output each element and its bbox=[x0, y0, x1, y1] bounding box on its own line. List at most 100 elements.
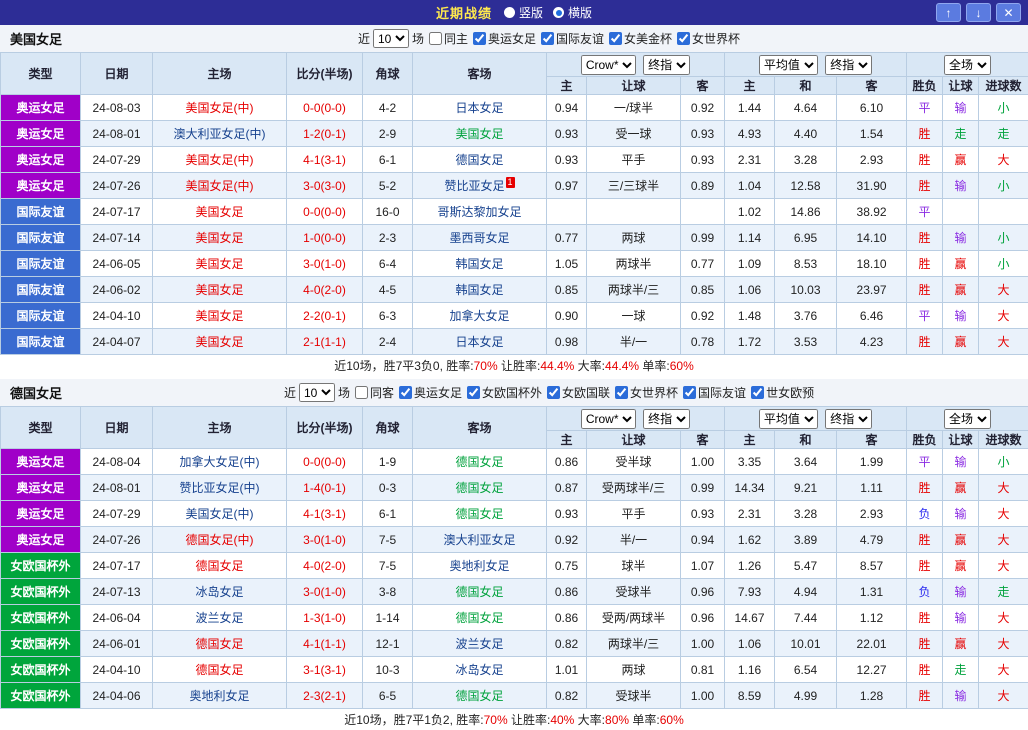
filter-same-side[interactable]: 同主 bbox=[429, 30, 468, 47]
close-button[interactable]: ✕ bbox=[996, 3, 1021, 22]
filter-competition-checkbox[interactable] bbox=[677, 32, 690, 45]
average-select[interactable]: 平均值 bbox=[759, 55, 818, 75]
layout-radio[interactable]: 竖版 bbox=[504, 4, 543, 21]
home-team[interactable]: 美国女足(中) bbox=[153, 173, 287, 199]
filter-competition[interactable]: 女世界杯 bbox=[615, 384, 678, 401]
away-team[interactable]: 日本女足 bbox=[413, 329, 547, 355]
home-team[interactable]: 冰岛女足 bbox=[153, 579, 287, 605]
table-row: 奥运女足24-08-04加拿大女足(中)0-0(0-0)1-9德国女足0.86受… bbox=[1, 449, 1028, 475]
filter-competition-checkbox[interactable] bbox=[751, 386, 764, 399]
score: 0-0(0-0) bbox=[287, 199, 363, 225]
away-team[interactable]: 德国女足 bbox=[413, 605, 547, 631]
home-odds: 0.77 bbox=[547, 225, 587, 251]
filter-competition[interactable]: 世女欧预 bbox=[751, 384, 814, 401]
filter-competition[interactable]: 奥运女足 bbox=[473, 30, 536, 47]
result-goals: 大 bbox=[979, 553, 1028, 579]
avg-controls: 平均值 终指 bbox=[725, 407, 907, 431]
handicap-line: 受球半 bbox=[587, 683, 681, 709]
home-team[interactable]: 美国女足 bbox=[153, 329, 287, 355]
result-wdl: 胜 bbox=[907, 631, 943, 657]
scroll-up-button[interactable]: ↑ bbox=[936, 3, 961, 22]
table-row: 国际友谊24-04-07美国女足2-1(1-1)2-4日本女足0.98半/一0.… bbox=[1, 329, 1028, 355]
home-team[interactable]: 德国女足 bbox=[153, 631, 287, 657]
away-team[interactable]: 加拿大女足 bbox=[413, 303, 547, 329]
away-team[interactable]: 德国女足 bbox=[413, 579, 547, 605]
filter-competition-checkbox[interactable] bbox=[547, 386, 560, 399]
filter-competition[interactable]: 女美金杯 bbox=[609, 30, 672, 47]
home-team[interactable]: 加拿大女足(中) bbox=[153, 449, 287, 475]
home-team[interactable]: 美国女足 bbox=[153, 277, 287, 303]
filter-competition-checkbox[interactable] bbox=[541, 32, 554, 45]
filter-same-side-checkbox[interactable] bbox=[429, 32, 442, 45]
away-team[interactable]: 德国女足 bbox=[413, 475, 547, 501]
home-team[interactable]: 美国女足 bbox=[153, 199, 287, 225]
home-team[interactable]: 奥地利女足 bbox=[153, 683, 287, 709]
match-count-select[interactable]: 10 bbox=[373, 29, 409, 48]
home-team[interactable]: 波兰女足 bbox=[153, 605, 287, 631]
home-team[interactable]: 美国女足(中) bbox=[153, 147, 287, 173]
filter-competition-checkbox[interactable] bbox=[615, 386, 628, 399]
results-table: 类型 日期 主场 比分(半场) 角球 客场 Crow* 终指 平均值 终指 全场 bbox=[0, 406, 1028, 709]
home-team[interactable]: 德国女足 bbox=[153, 657, 287, 683]
filter-same-side-checkbox[interactable] bbox=[355, 386, 368, 399]
home-team[interactable]: 赞比亚女足(中) bbox=[153, 475, 287, 501]
filter-competition-checkbox[interactable] bbox=[683, 386, 696, 399]
away-team[interactable]: 德国女足 bbox=[413, 683, 547, 709]
away-team[interactable]: 澳大利亚女足 bbox=[413, 527, 547, 553]
fulltime-select[interactable]: 全场 bbox=[944, 55, 991, 75]
filter-competition[interactable]: 女世界杯 bbox=[677, 30, 740, 47]
score: 4-1(3-1) bbox=[287, 147, 363, 173]
filter-competition[interactable]: 女欧国杯外 bbox=[467, 384, 542, 401]
bookmaker-select[interactable]: Crow* bbox=[581, 409, 636, 429]
match-date: 24-07-17 bbox=[81, 199, 153, 225]
result-goals: 小 bbox=[979, 173, 1028, 199]
layout-radio[interactable]: 横版 bbox=[553, 4, 592, 21]
scroll-down-button[interactable]: ↓ bbox=[966, 3, 991, 22]
odds-stage-select[interactable]: 终指 bbox=[643, 55, 690, 75]
bookmaker-select[interactable]: Crow* bbox=[581, 55, 636, 75]
away-team[interactable]: 日本女足 bbox=[413, 95, 547, 121]
avg-away-odds: 22.01 bbox=[837, 631, 907, 657]
average-select[interactable]: 平均值 bbox=[759, 409, 818, 429]
home-team[interactable]: 美国女足 bbox=[153, 303, 287, 329]
handicap-line: 两球半/三 bbox=[587, 277, 681, 303]
avg-stage-select[interactable]: 终指 bbox=[825, 409, 872, 429]
competition-tag: 国际友谊 bbox=[1, 303, 81, 329]
home-team[interactable]: 美国女足 bbox=[153, 251, 287, 277]
result-goals: 大 bbox=[979, 501, 1028, 527]
match-date: 24-07-26 bbox=[81, 173, 153, 199]
away-team[interactable]: 德国女足 bbox=[413, 501, 547, 527]
filter-same-side[interactable]: 同客 bbox=[355, 384, 394, 401]
match-count-select[interactable]: 10 bbox=[299, 383, 335, 402]
filter-competition[interactable]: 奥运女足 bbox=[399, 384, 462, 401]
away-team[interactable]: 德国女足 bbox=[413, 147, 547, 173]
away-team[interactable]: 哥斯达黎加女足 bbox=[413, 199, 547, 225]
away-team[interactable]: 赞比亚女足1 bbox=[413, 173, 547, 199]
filter-competition-checkbox[interactable] bbox=[609, 32, 622, 45]
filter-competition[interactable]: 国际友谊 bbox=[683, 384, 746, 401]
away-team[interactable]: 德国女足 bbox=[413, 449, 547, 475]
filter-competition-checkbox[interactable] bbox=[399, 386, 412, 399]
home-team[interactable]: 澳大利亚女足(中) bbox=[153, 121, 287, 147]
away-team[interactable]: 奥地利女足 bbox=[413, 553, 547, 579]
away-team[interactable]: 韩国女足 bbox=[413, 251, 547, 277]
handicap-line: 半/一 bbox=[587, 527, 681, 553]
filter-competition[interactable]: 女欧国联 bbox=[547, 384, 610, 401]
filter-competition-checkbox[interactable] bbox=[467, 386, 480, 399]
home-team[interactable]: 美国女足(中) bbox=[153, 95, 287, 121]
home-team[interactable]: 德国女足 bbox=[153, 553, 287, 579]
away-team[interactable]: 韩国女足 bbox=[413, 277, 547, 303]
avg-home-odds: 14.67 bbox=[725, 605, 775, 631]
away-team[interactable]: 美国女足 bbox=[413, 121, 547, 147]
avg-stage-select[interactable]: 终指 bbox=[825, 55, 872, 75]
home-team[interactable]: 德国女足(中) bbox=[153, 527, 287, 553]
away-team[interactable]: 墨西哥女足 bbox=[413, 225, 547, 251]
away-team[interactable]: 波兰女足 bbox=[413, 631, 547, 657]
home-team[interactable]: 美国女足 bbox=[153, 225, 287, 251]
home-team[interactable]: 美国女足(中) bbox=[153, 501, 287, 527]
fulltime-select[interactable]: 全场 bbox=[944, 409, 991, 429]
odds-stage-select[interactable]: 终指 bbox=[643, 409, 690, 429]
filter-competition-checkbox[interactable] bbox=[473, 32, 486, 45]
filter-competition[interactable]: 国际友谊 bbox=[541, 30, 604, 47]
away-team[interactable]: 冰岛女足 bbox=[413, 657, 547, 683]
